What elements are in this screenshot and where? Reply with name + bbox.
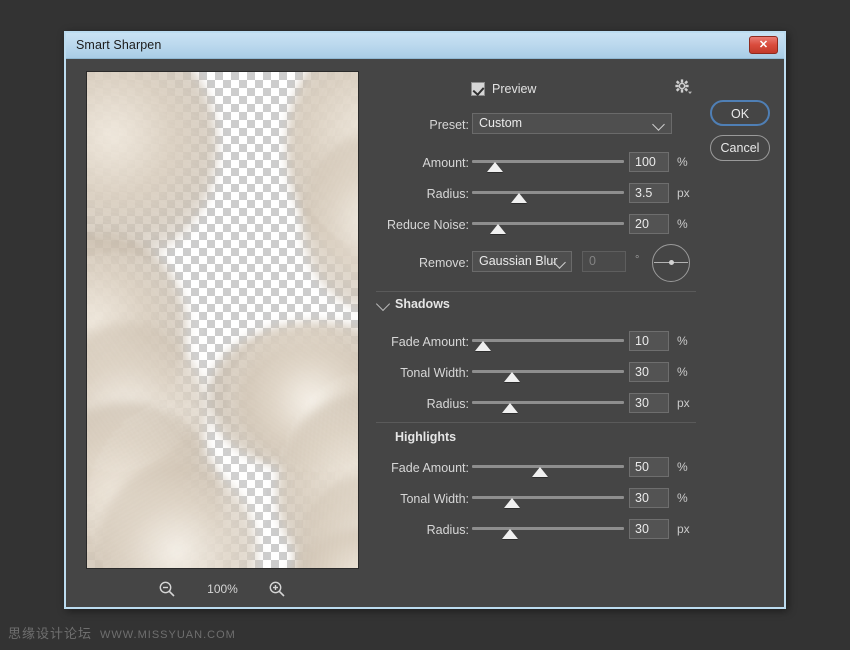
shadows-fade-amount-input[interactable]: 10 xyxy=(629,331,669,351)
degree-symbol: ° xyxy=(635,254,639,266)
highlights-tonal-width-row: Tonal Width: 30 % xyxy=(376,489,706,511)
highlights-fade-amount-unit: % xyxy=(677,460,688,474)
shadows-tonal-width-label: Tonal Width: xyxy=(400,366,469,380)
highlights-fade-amount-row: Fade Amount: 50 % xyxy=(376,458,706,480)
highlights-tonal-width-input[interactable]: 30 xyxy=(629,488,669,508)
preview-canvas[interactable] xyxy=(86,71,359,569)
highlights-title: Highlights xyxy=(395,430,456,444)
shadows-fade-amount-slider[interactable] xyxy=(472,332,624,354)
slider-thumb[interactable] xyxy=(490,224,506,234)
slider-thumb[interactable] xyxy=(487,162,503,172)
preview-label: Preview xyxy=(492,82,536,96)
highlights-divider xyxy=(376,422,696,423)
watermark-cn: 思缘设计论坛 xyxy=(8,623,92,642)
slider-track xyxy=(472,191,624,194)
slider-thumb[interactable] xyxy=(504,372,520,382)
slider-track xyxy=(472,401,624,404)
preset-row: Preset: Custom xyxy=(376,115,706,137)
watermark-en: WWW.MISSYUAN.COM xyxy=(100,629,236,641)
radius-unit: px xyxy=(677,186,690,200)
slider-thumb[interactable] xyxy=(502,529,518,539)
slider-thumb[interactable] xyxy=(504,498,520,508)
highlights-tonal-width-unit: % xyxy=(677,491,688,505)
amount-input[interactable]: 100 xyxy=(629,152,669,172)
slider-track xyxy=(472,339,624,342)
preset-label: Preset: xyxy=(429,118,469,132)
radius-row: Radius: 3.5 px xyxy=(376,184,706,206)
slider-thumb[interactable] xyxy=(511,193,527,203)
highlights-radius-input[interactable]: 30 xyxy=(629,519,669,539)
cancel-button[interactable]: Cancel xyxy=(710,135,770,161)
remove-value: Gaussian Blur xyxy=(479,254,558,268)
highlights-radius-unit: px xyxy=(677,522,690,536)
radius-label: Radius: xyxy=(427,187,469,201)
amount-unit: % xyxy=(677,155,688,169)
slider-track xyxy=(472,527,624,530)
remove-select[interactable]: Gaussian Blur xyxy=(472,251,572,272)
remove-row: Remove: Gaussian Blur 0 ° xyxy=(376,253,706,275)
zoom-level-label: 100% xyxy=(86,582,359,596)
shadows-radius-row: Radius: 30 px xyxy=(376,394,706,416)
shadows-fade-amount-label: Fade Amount: xyxy=(391,335,469,349)
zoom-in-icon[interactable] xyxy=(268,580,286,598)
slider-track xyxy=(472,370,624,373)
shadows-radius-unit: px xyxy=(677,396,690,410)
shadows-tonal-width-row: Tonal Width: 30 % xyxy=(376,363,706,385)
smart-sharpen-dialog: Smart Sharpen ✕ xyxy=(64,31,786,609)
reduce-noise-unit: % xyxy=(677,217,688,231)
shadows-title: Shadows xyxy=(395,297,450,311)
watermark: 思缘设计论坛 WWW.MISSYUAN.COM xyxy=(8,623,236,642)
shadows-radius-label: Radius: xyxy=(427,397,469,411)
slider-thumb[interactable] xyxy=(475,341,491,351)
highlights-fade-amount-label: Fade Amount: xyxy=(391,461,469,475)
shadows-tonal-width-unit: % xyxy=(677,365,688,379)
shadows-tonal-width-slider[interactable] xyxy=(472,363,624,385)
highlights-tonal-width-slider[interactable] xyxy=(472,489,624,511)
shadows-tonal-width-input[interactable]: 30 xyxy=(629,362,669,382)
shadows-radius-slider[interactable] xyxy=(472,394,624,416)
slider-thumb[interactable] xyxy=(502,403,518,413)
highlights-radius-row: Radius: 30 px xyxy=(376,520,706,542)
ok-button[interactable]: OK xyxy=(710,100,770,126)
preset-value: Custom xyxy=(479,116,522,130)
reduce-noise-slider[interactable] xyxy=(472,215,624,237)
angle-input[interactable]: 0 xyxy=(582,251,626,272)
highlights-fade-amount-slider[interactable] xyxy=(472,458,624,480)
radius-input[interactable]: 3.5 xyxy=(629,183,669,203)
preview-zoom-bar: 100% xyxy=(86,577,359,601)
highlights-radius-slider[interactable] xyxy=(472,520,624,542)
dialog-title: Smart Sharpen xyxy=(76,38,161,52)
controls-panel: Preview xyxy=(376,67,706,587)
highlights-radius-label: Radius: xyxy=(427,523,469,537)
close-icon[interactable]: ✕ xyxy=(749,36,778,54)
angle-dial-icon[interactable] xyxy=(652,244,690,282)
remove-label: Remove: xyxy=(419,256,469,270)
preset-select[interactable]: Custom xyxy=(472,113,672,134)
shadows-collapse-icon[interactable] xyxy=(376,297,390,311)
slider-track xyxy=(472,496,624,499)
reduce-noise-label: Reduce Noise: xyxy=(387,218,469,232)
radius-slider[interactable] xyxy=(472,184,624,206)
reduce-noise-input[interactable]: 20 xyxy=(629,214,669,234)
amount-slider[interactable] xyxy=(472,153,624,175)
shadows-fade-amount-row: Fade Amount: 10 % xyxy=(376,332,706,354)
dialog-titlebar[interactable]: Smart Sharpen ✕ xyxy=(66,33,784,59)
shadows-divider xyxy=(376,291,696,292)
gear-icon[interactable] xyxy=(672,77,694,99)
chevron-down-icon xyxy=(652,118,665,131)
highlights-tonal-width-label: Tonal Width: xyxy=(400,492,469,506)
reduce-noise-row: Reduce Noise: 20 % xyxy=(376,215,706,237)
slider-thumb[interactable] xyxy=(532,467,548,477)
amount-label: Amount: xyxy=(422,156,469,170)
preview-toggle[interactable]: Preview xyxy=(471,82,536,96)
dialog-body: 100% Preview xyxy=(66,59,784,607)
shadows-radius-input[interactable]: 30 xyxy=(629,393,669,413)
preview-checkbox[interactable] xyxy=(471,82,485,96)
amount-row: Amount: 100 % xyxy=(376,153,706,175)
screen: Smart Sharpen ✕ xyxy=(0,0,850,650)
shadows-fade-amount-unit: % xyxy=(677,334,688,348)
highlights-fade-amount-input[interactable]: 50 xyxy=(629,457,669,477)
